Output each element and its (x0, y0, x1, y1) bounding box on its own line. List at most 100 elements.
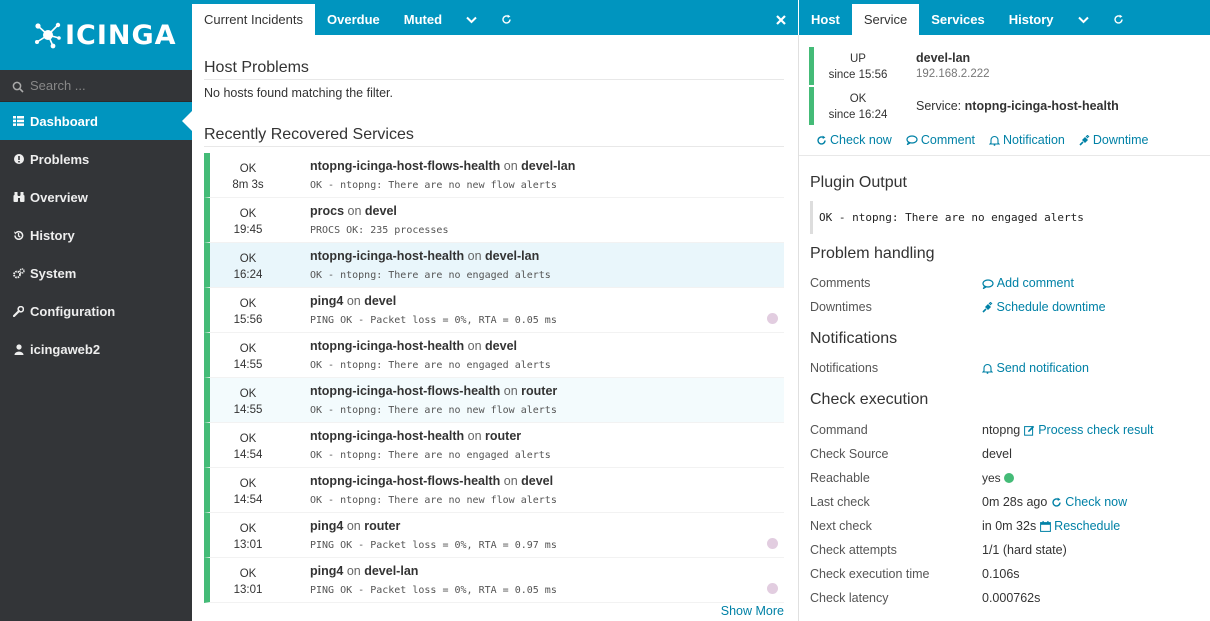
service-row[interactable]: OK 16:24 ntopng-icinga-host-health on deve… (204, 243, 784, 288)
chevron-down-icon[interactable] (1066, 4, 1101, 35)
on-label: on (503, 474, 518, 488)
reachable-status-dot (1003, 473, 1014, 483)
service-row[interactable]: OK 14:54 ntopng-icinga-host-flows-health o… (204, 468, 784, 513)
host-name: devel-lan (521, 159, 576, 173)
on-label: on (467, 429, 482, 443)
sidebar-item-dashboard[interactable]: Dashboard (0, 102, 192, 140)
service-detail-pane: UP since 15:56 devel-lan 192.168.2.222 O… (798, 35, 1210, 621)
recovered-services-list: OK 8m 3s ntopng-icinga-host-flows-health o… (204, 153, 784, 603)
icinga-logo[interactable]: ICINGA (0, 0, 192, 70)
tab-current-incidents[interactable]: Current Incidents (192, 4, 315, 35)
host-header[interactable]: UP since 15:56 devel-lan 192.168.2.222 (809, 47, 1199, 85)
schedule-downtime-link[interactable]: Schedule downtime (982, 300, 1106, 314)
check-latency-value: 0.000762s (982, 591, 1041, 605)
sidebar-item-configuration[interactable]: Configuration (0, 292, 192, 330)
host-name: devel-lan (364, 564, 419, 578)
notifications-title: Notifications (810, 330, 898, 347)
sidebar-item-system[interactable]: System (0, 254, 192, 292)
service-host-name: ping4 on router (310, 519, 400, 533)
service-row[interactable]: OK 13:01 ping4 on devel-lan PING OK - Packe… (204, 558, 784, 603)
icinga-logo-icon (34, 21, 62, 49)
sidebar-item-label: Configuration (30, 303, 116, 319)
on-label: on (503, 384, 518, 398)
notification-button[interactable]: Notification (989, 133, 1065, 147)
check-latency-label: Check latency (810, 591, 889, 605)
comment-icon (982, 279, 994, 289)
service-output: OK - ntopng: There are no engaged alerts (310, 360, 551, 371)
service-host-name: ntopng-icinga-host-health on devel (310, 339, 517, 353)
service-row[interactable]: OK 15:56 ping4 on devel PING OK - Packet lo… (204, 288, 784, 333)
refresh-icon[interactable] (1101, 4, 1136, 35)
sidebar-item-label: History (30, 227, 75, 243)
sidebar-search[interactable] (0, 70, 192, 102)
sidebar-item-problems[interactable]: Problems (0, 140, 192, 178)
incidents-pane: Host Problems No hosts found matching th… (192, 35, 798, 621)
on-label: on (347, 204, 362, 218)
comment-icon (906, 135, 918, 145)
reschedule-link[interactable]: Reschedule (1039, 519, 1120, 533)
refresh-icon[interactable] (489, 4, 524, 35)
service-row[interactable]: OK 14:54 ntopng-icinga-host-health on rout… (204, 423, 784, 468)
sidebar-item-label: Dashboard (30, 113, 98, 129)
history-icon (12, 230, 25, 241)
wrench-icon (12, 305, 25, 317)
add-comment-link[interactable]: Add comment (982, 276, 1074, 290)
service-row[interactable]: OK 8m 3s ntopng-icinga-host-flows-health o… (204, 153, 784, 198)
bell-icon (989, 135, 1001, 146)
on-label: on (346, 519, 361, 533)
service-name: ntopng-icinga-host-health (310, 339, 465, 353)
reachable-label: Reachable (810, 471, 870, 485)
chevron-down-icon[interactable] (454, 4, 489, 35)
check-now-button[interactable]: Check now (816, 133, 892, 147)
next-check-label: Next check (810, 519, 872, 533)
service-row[interactable]: OK 14:55 ntopng-icinga-host-flows-health o… (204, 378, 784, 423)
downtime-button[interactable]: Downtime (1079, 133, 1148, 147)
last-check-value: 0m 28s ago Check now (982, 495, 1128, 509)
service-state: OK 19:45 (233, 208, 263, 236)
comment-button[interactable]: Comment (906, 133, 975, 147)
service-row[interactable]: OK 13:01 ping4 on router PING OK - Packet l… (204, 513, 784, 558)
next-check-value: in 0m 32s Reschedule (982, 519, 1121, 533)
check-now-link[interactable]: Check now (1051, 495, 1127, 509)
service-row[interactable]: OK 19:45 procs on devel PROCS OK: 235 proce… (204, 198, 784, 243)
host-name: devel (364, 294, 397, 308)
search-icon (12, 78, 24, 93)
tab-muted[interactable]: Muted (392, 4, 454, 35)
command-value: ntopng Process check result (982, 423, 1154, 437)
service-output: OK - ntopng: There are no engaged alerts (310, 270, 551, 281)
sidebar-item-label: Problems (30, 151, 90, 167)
host-name: devel (364, 204, 397, 218)
service-name: ntopng-icinga-host-health (310, 429, 465, 443)
service-row[interactable]: OK 14:55 ntopng-icinga-host-health on deve… (204, 333, 784, 378)
show-more-link[interactable]: Show More (721, 604, 784, 618)
edit-icon (1023, 426, 1034, 436)
search-input[interactable] (30, 78, 180, 93)
check-source-label: Check Source (810, 447, 889, 461)
send-notification-link[interactable]: Send notification (982, 361, 1089, 375)
dashboard-icon (12, 116, 25, 126)
tab-host[interactable]: Host (799, 4, 852, 35)
detail-tabbar: Host Service Services History (798, 0, 1210, 35)
host-address: 192.168.2.222 (916, 68, 990, 80)
calendar-icon (1039, 521, 1051, 533)
comments-label: Comments (810, 276, 871, 290)
sidebar-item-history[interactable]: History (0, 216, 192, 254)
service-host-name: ntopng-icinga-host-flows-health on route… (310, 384, 557, 398)
plugin-output-title: Plugin Output (810, 174, 907, 191)
service-output: OK - ntopng: There are no new flow alert… (310, 495, 557, 506)
sidebar-item-user[interactable]: icingaweb2 (0, 330, 192, 368)
close-icon[interactable] (764, 4, 798, 35)
service-state: OK 14:55 (233, 388, 263, 416)
service-output: OK - ntopng: There are no engaged alerts (310, 450, 551, 461)
process-check-result-link[interactable]: Process check result (1023, 423, 1154, 437)
tab-service[interactable]: Service (851, 4, 920, 35)
on-label: on (467, 249, 482, 263)
service-host-name: ntopng-icinga-host-health on router (310, 429, 521, 443)
service-host-name: procs on devel (310, 204, 397, 218)
refresh-icon (817, 135, 826, 145)
tab-overdue[interactable]: Overdue (315, 4, 392, 35)
tab-services[interactable]: Services (919, 4, 997, 35)
tab-history[interactable]: History (997, 4, 1066, 35)
host-name: router (521, 384, 558, 398)
sidebar-item-overview[interactable]: Overview (0, 178, 192, 216)
